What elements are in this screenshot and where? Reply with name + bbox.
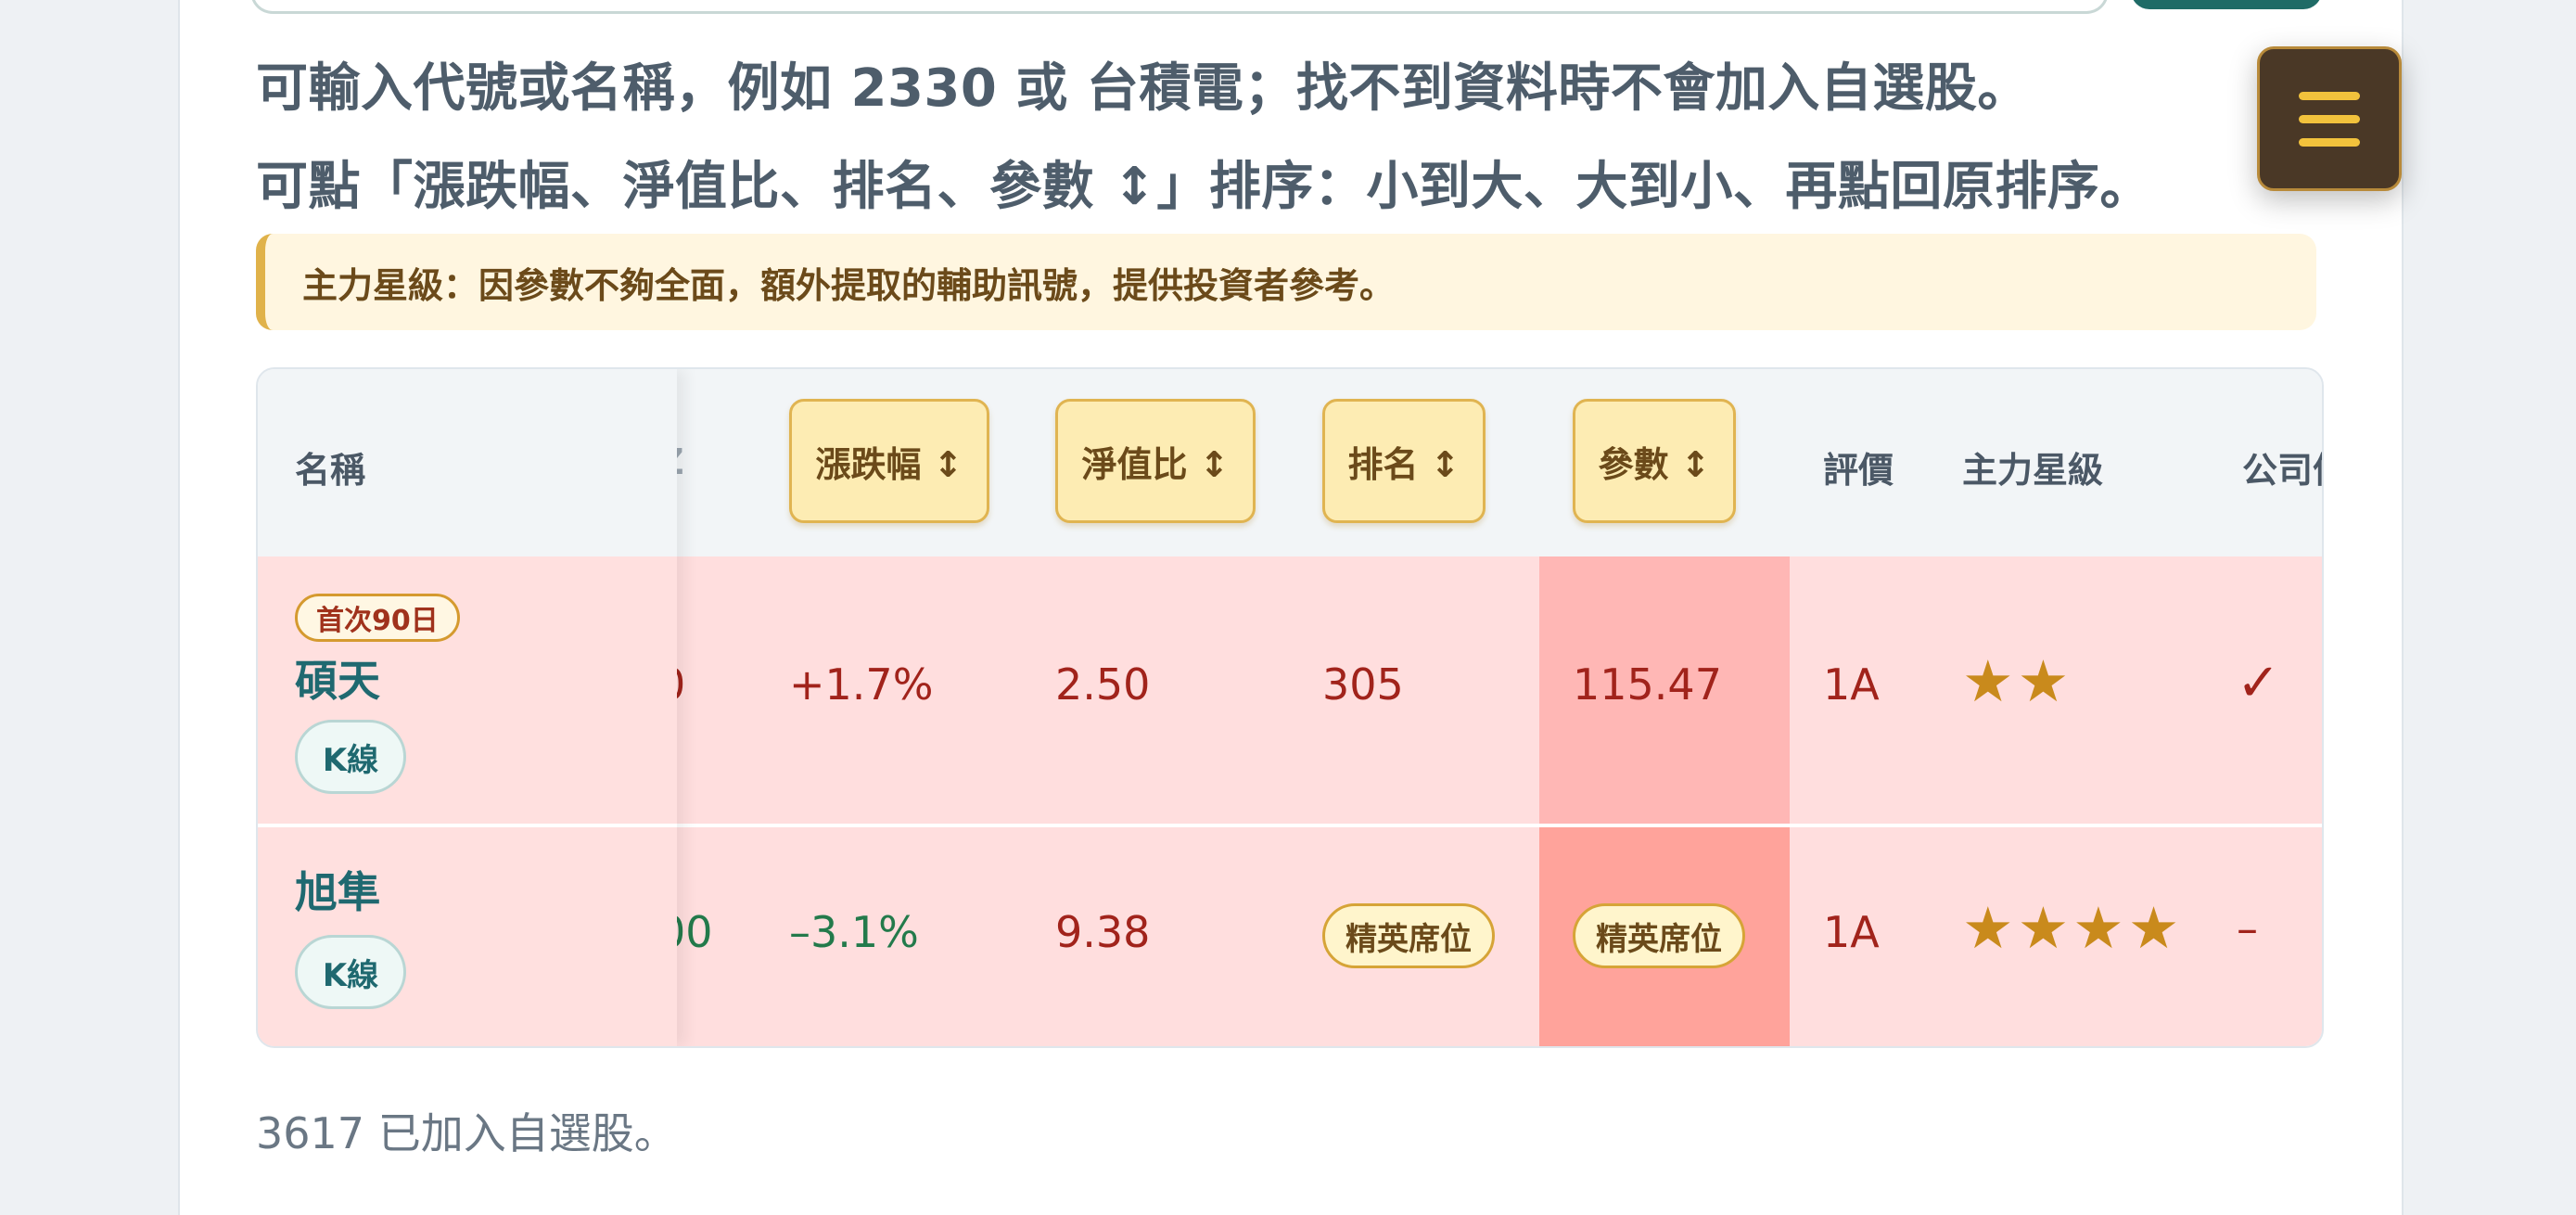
pbr-cell: 9.38 [1055,907,1151,957]
watchlist-table[interactable]: Z 漲跌幅 ↕ 淨值比 ↕ 排名 ↕ 參數 ↕ 評價 主力星級 公司信 0 +1… [256,367,2324,1048]
sort-param-button[interactable]: 參數 ↕ [1573,399,1736,523]
first-90-days-badge: 首次90日 [295,594,460,642]
sort-change-button[interactable]: 漲跌幅 ↕ [789,399,989,523]
company-check-icon: ✓ [2237,653,2280,713]
hint-sort: 可點「漲跌幅、淨值比、排名、參數 ↕」排序：小到大、大到小、再點回原排序。 [256,157,2152,217]
hamburger-icon [2299,91,2360,100]
rating-cell: 1A [1823,659,1880,710]
pbr-cell: 2.50 [1055,659,1151,710]
rank-cell: 305 [1322,659,1404,710]
star-rating-icon: ★★ [1962,647,2073,715]
rating-header: 評價 [1823,450,1894,491]
company-dash: – [2237,903,2258,953]
star-level-notice: 主力星級：因參數不夠全面，額外提取的輔助訊號，提供投資者參考。 [256,234,2316,330]
menu-button[interactable] [2257,46,2402,191]
rating-cell: 1A [1823,907,1880,957]
notice-text: 主力星級：因參數不夠全面，額外提取的輔助訊號，提供投資者參考。 [302,264,1396,306]
change-cell: –3.1% [789,907,919,957]
search-input[interactable] [250,0,2109,14]
stock-name-link[interactable]: 碩天 [295,647,380,709]
kline-button[interactable]: K線 [295,935,406,1009]
company-header: 公司信 [2242,450,2322,491]
added-to-watchlist-message: 3617 已加入自選股。 [256,1108,677,1158]
star-level-header: 主力星級 [1962,450,2104,491]
add-button[interactable] [2131,0,2322,9]
sticky-name-column: 名稱 首次90日 碩天 K線 旭隼 K線 [258,369,677,1046]
stock-name-link[interactable]: 旭隼 [295,859,380,920]
sort-pbr-button[interactable]: 淨值比 ↕ [1055,399,1256,523]
name-header: 名稱 [295,450,366,491]
elite-seat-badge: 精英席位 [1573,903,1745,968]
star-rating-icon: ★★★★ [1962,894,2184,962]
param-cell: 115.47 [1573,659,1722,710]
elite-seat-badge: 精英席位 [1322,903,1495,968]
change-cell: +1.7% [789,659,934,710]
sort-rank-button[interactable]: 排名 ↕ [1322,399,1486,523]
hint-search: 可輸入代號或名稱，例如 2330 或 台積電；找不到資料時不會加入自選股。 [256,58,2030,119]
kline-button[interactable]: K線 [295,720,406,794]
